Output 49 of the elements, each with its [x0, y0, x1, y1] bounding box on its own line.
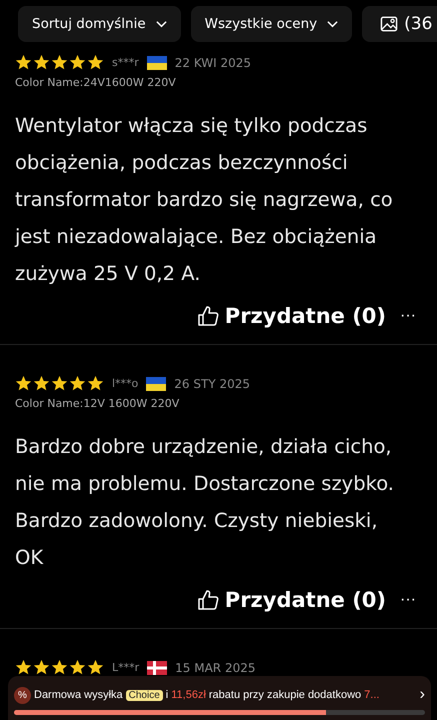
variant-label: Color Name:12V 1600W 220V: [15, 397, 180, 410]
review-text: Bardzo dobre urządzenie, działa cicho, nie ma problemu. Dostarczone szybko. Bardzo zadowolony. Czysty niebieski, OK: [15, 434, 395, 571]
star-icon: [51, 54, 68, 71]
reviewer-name: L***r: [112, 661, 140, 674]
review-date: 15 MAR 2025: [175, 660, 256, 674]
star-icon: [69, 54, 86, 71]
flag-icon: [146, 56, 167, 70]
star-icon: [15, 659, 32, 676]
star-icon: [51, 375, 68, 392]
chevron-down-icon: [327, 20, 338, 28]
review-text: Wentylator włącza się tylko podczas obciążenia, podczas bezczynności transformator bardzo się nagrzewa, co jest niezadowalające. Bez obciążenia zużywa 25 V 0,2 A.: [15, 113, 394, 287]
more-button[interactable]: ···: [400, 307, 422, 325]
star-icon: [33, 54, 50, 71]
filter-button[interactable]: Wszystkie oceny: [190, 6, 352, 42]
star-icon: [69, 375, 86, 392]
promo-highlight: 11,56zł: [171, 689, 206, 701]
star-icon: [87, 375, 104, 392]
filter-button[interactable]: (36: [362, 6, 437, 42]
thumbs-up-icon: [196, 589, 219, 611]
promo-text: Darmowa wysyłka: [34, 689, 123, 701]
image-icon: [380, 16, 398, 32]
review-date: 22 KWI 2025: [174, 56, 252, 70]
chevron-down-icon: [156, 20, 167, 28]
promo-text: i: [166, 689, 168, 701]
star-icon: [87, 659, 104, 676]
flag-icon: [147, 660, 168, 674]
promo-text: rabatu przy zakupie dodatkowo: [208, 689, 362, 701]
flag-icon: [146, 376, 166, 390]
discount-icon: %: [14, 686, 31, 704]
reviewer-name: l***o: [112, 377, 138, 390]
reviewer-name: s***r: [112, 56, 139, 69]
helpful-button[interactable]: Przydatne (0): [196, 588, 386, 612]
promo-highlight: 7...: [364, 689, 380, 701]
star-icon: [15, 54, 32, 71]
filter-button[interactable]: Sortuj domyślnie: [18, 6, 181, 42]
thumbs-up-icon: [196, 305, 219, 327]
star-icon: [69, 659, 86, 676]
chevron-right-icon: ›: [420, 686, 425, 704]
more-button[interactable]: ···: [400, 591, 422, 609]
choice-badge: Choice: [126, 690, 163, 700]
variant-label: Color Name:24V1600W 220V: [15, 76, 177, 89]
star-icon: [33, 375, 50, 392]
promo-banner[interactable]: % Darmowa wysyłka Choice i 11,56zł rabatu przy zakupie dodatkowo 7... ›: [8, 676, 431, 720]
star-icon: [33, 659, 50, 676]
helpful-button[interactable]: Przydatne (0): [196, 304, 386, 328]
star-icon: [51, 659, 68, 676]
star-icon: [15, 375, 32, 392]
star-icon: [87, 54, 104, 71]
review-date: 26 STY 2025: [174, 376, 250, 390]
